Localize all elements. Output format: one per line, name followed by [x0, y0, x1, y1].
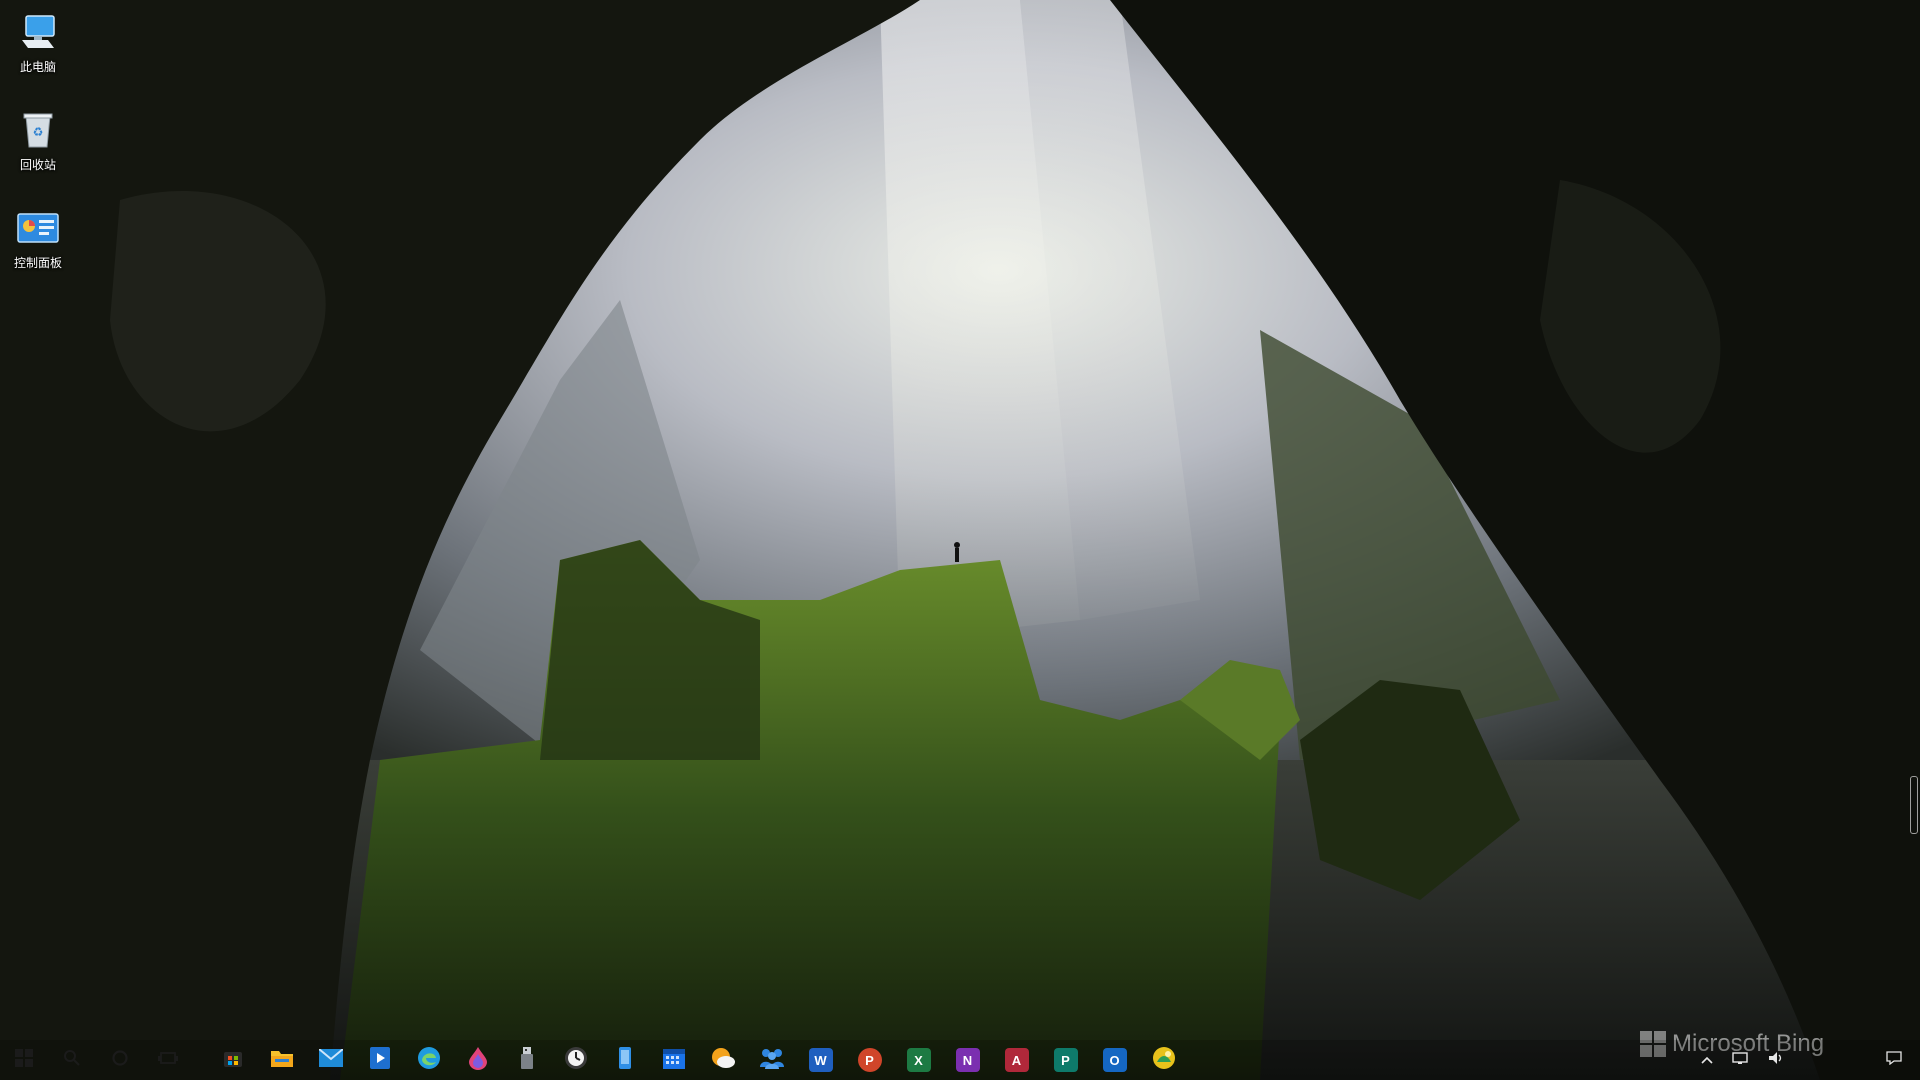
taskbar-app-calendar[interactable] — [649, 1040, 698, 1080]
store-icon — [222, 1047, 244, 1074]
clock-icon — [564, 1046, 588, 1075]
taskbar-app-edge[interactable] — [404, 1040, 453, 1080]
taskbar-app-paint[interactable] — [453, 1040, 502, 1080]
taskbar-app-usb[interactable] — [502, 1040, 551, 1080]
tray-chevron[interactable] — [1692, 1040, 1722, 1080]
taskbar-app-onenote[interactable]: N — [943, 1040, 992, 1080]
taskbar-app-outlook[interactable]: O — [1090, 1040, 1139, 1080]
usb-icon — [520, 1046, 534, 1075]
edge-scroll-indicator[interactable] — [1910, 776, 1918, 834]
mail-icon — [317, 1047, 344, 1072]
photos-icon — [1152, 1046, 1176, 1075]
taskbar: W P X N A P O — [0, 1040, 1920, 1080]
tray-volume[interactable] — [1758, 1040, 1794, 1080]
word-icon: W — [808, 1048, 833, 1072]
tray-clock[interactable] — [1794, 1040, 1874, 1080]
cortana-button[interactable] — [96, 1040, 144, 1080]
calendar-icon — [662, 1046, 686, 1075]
paint-icon — [467, 1046, 489, 1075]
outlook-icon: O — [1102, 1048, 1127, 1072]
movies-tv-icon — [369, 1046, 391, 1075]
start-icon — [15, 1048, 33, 1072]
taskbar-left — [0, 1040, 192, 1080]
taskbar-app-phone[interactable] — [600, 1040, 649, 1080]
weather-icon — [710, 1047, 736, 1074]
notification-icon — [1886, 1050, 1902, 1070]
recycle-bin-icon: ♻ — [14, 106, 62, 154]
taskbar-app-access[interactable]: A — [992, 1040, 1041, 1080]
edge-icon — [417, 1046, 441, 1075]
svg-text:♻: ♻ — [33, 125, 44, 139]
taskbar-app-clock[interactable] — [551, 1040, 600, 1080]
desktop-icon-label: 控制面板 — [13, 256, 62, 270]
powerpoint-icon: P — [857, 1048, 882, 1072]
people-icon — [759, 1047, 785, 1074]
search-button[interactable] — [48, 1040, 96, 1080]
taskbar-app-file-explorer[interactable] — [257, 1040, 306, 1080]
taskbar-app-store[interactable] — [208, 1040, 257, 1080]
taskbar-pinned-apps: W P X N A P O — [208, 1040, 1188, 1080]
desktop-icon-this-pc[interactable]: 此电脑 — [0, 0, 76, 92]
taskbar-app-photos[interactable] — [1139, 1040, 1188, 1080]
system-tray — [1692, 1040, 1920, 1080]
desktop-icon-recycle-bin[interactable]: ♻ 回收站 — [0, 98, 76, 190]
taskbar-app-excel[interactable]: X — [894, 1040, 943, 1080]
this-pc-icon — [14, 8, 62, 56]
desktop-icon-label: 回收站 — [19, 158, 56, 172]
desktop-wallpaper — [0, 0, 1920, 1080]
task-view-icon — [158, 1050, 178, 1071]
file-explorer-icon — [270, 1047, 294, 1074]
taskbar-app-mail[interactable] — [306, 1040, 355, 1080]
desktop-icon-label: 此电脑 — [19, 60, 56, 74]
volume-icon — [1768, 1051, 1784, 1070]
taskbar-app-powerpoint[interactable]: P — [845, 1040, 894, 1080]
search-icon — [63, 1049, 81, 1072]
taskbar-app-people[interactable] — [747, 1040, 796, 1080]
access-icon: A — [1004, 1048, 1029, 1072]
tray-network[interactable] — [1722, 1040, 1758, 1080]
control-panel-icon — [14, 204, 62, 252]
publisher-icon: P — [1053, 1048, 1078, 1072]
taskbar-app-weather[interactable] — [698, 1040, 747, 1080]
onenote-icon: N — [955, 1048, 980, 1072]
phone-icon — [618, 1046, 632, 1075]
taskbar-app-word[interactable]: W — [796, 1040, 845, 1080]
show-desktop-button[interactable] — [1914, 1040, 1920, 1080]
notification-button[interactable] — [1874, 1040, 1914, 1080]
task-view-button[interactable] — [144, 1040, 192, 1080]
cortana-icon — [111, 1049, 129, 1072]
start-button[interactable] — [0, 1040, 48, 1080]
taskbar-app-publisher[interactable]: P — [1041, 1040, 1090, 1080]
network-icon — [1732, 1051, 1748, 1070]
taskbar-app-movies-tv[interactable] — [355, 1040, 404, 1080]
excel-icon: X — [906, 1048, 931, 1072]
chevron-up-icon — [1701, 1051, 1713, 1069]
desktop-icon-control-panel[interactable]: 控制面板 — [0, 196, 76, 288]
